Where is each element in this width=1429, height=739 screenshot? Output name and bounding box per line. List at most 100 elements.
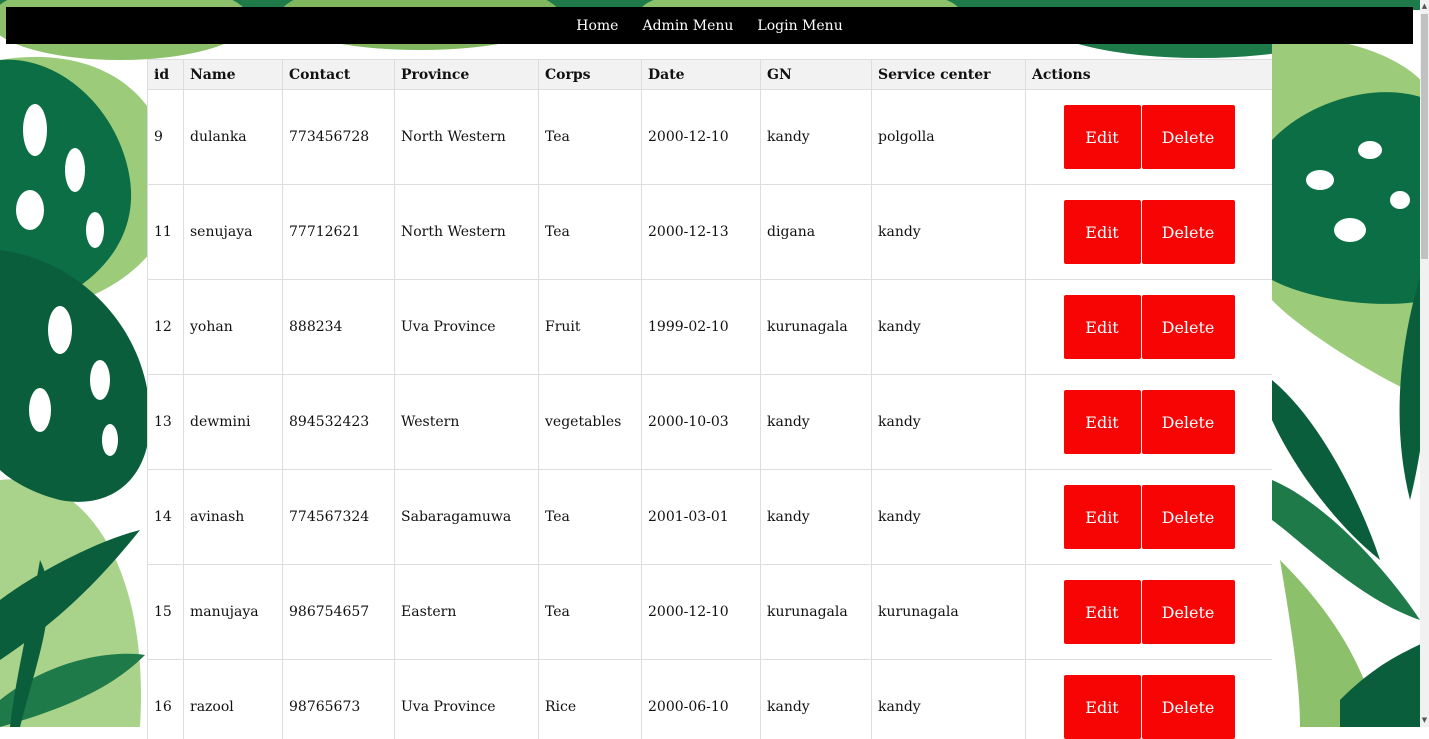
cell-gn: kandy bbox=[761, 660, 872, 739]
cell-date: 2000-12-10 bbox=[642, 565, 761, 660]
header-actions: Actions bbox=[1026, 60, 1273, 90]
cell-corps: Tea bbox=[539, 565, 642, 660]
edit-button[interactable]: Edit bbox=[1064, 675, 1141, 739]
header-date: Date bbox=[642, 60, 761, 90]
cell-actions: EditDelete bbox=[1026, 185, 1273, 280]
cell-actions: EditDelete bbox=[1026, 90, 1273, 185]
cell-date: 2000-10-03 bbox=[642, 375, 761, 470]
cell-service-center: kurunagala bbox=[872, 565, 1026, 660]
cell-contact: 773456728 bbox=[283, 90, 395, 185]
cell-gn: digana bbox=[761, 185, 872, 280]
edit-button[interactable]: Edit bbox=[1064, 200, 1141, 264]
cell-actions: EditDelete bbox=[1026, 375, 1273, 470]
header-name: Name bbox=[184, 60, 283, 90]
cell-id: 13 bbox=[148, 375, 184, 470]
cell-id: 9 bbox=[148, 90, 184, 185]
cell-name: razool bbox=[184, 660, 283, 739]
nav-home-link[interactable]: Home bbox=[576, 18, 618, 34]
cell-id: 14 bbox=[148, 470, 184, 565]
cell-id: 15 bbox=[148, 565, 184, 660]
edit-button[interactable]: Edit bbox=[1064, 390, 1141, 454]
delete-button[interactable]: Delete bbox=[1142, 390, 1235, 454]
table-row: 11senujaya77712621North WesternTea2000-1… bbox=[148, 185, 1273, 280]
cell-province: Eastern bbox=[395, 565, 539, 660]
cell-contact: 98765673 bbox=[283, 660, 395, 739]
edit-button[interactable]: Edit bbox=[1064, 105, 1141, 169]
cell-corps: Rice bbox=[539, 660, 642, 739]
header-province: Province bbox=[395, 60, 539, 90]
cell-date: 2000-12-10 bbox=[642, 90, 761, 185]
delete-button[interactable]: Delete bbox=[1142, 485, 1235, 549]
cell-corps: vegetables bbox=[539, 375, 642, 470]
cell-province: Sabaragamuwa bbox=[395, 470, 539, 565]
cell-actions: EditDelete bbox=[1026, 660, 1273, 739]
cell-id: 16 bbox=[148, 660, 184, 739]
cell-contact: 894532423 bbox=[283, 375, 395, 470]
cell-service-center: kandy bbox=[872, 375, 1026, 470]
cell-service-center: kandy bbox=[872, 185, 1026, 280]
top-navbar: Home Admin Menu Login Menu bbox=[6, 7, 1413, 44]
delete-button[interactable]: Delete bbox=[1142, 200, 1235, 264]
cell-gn: kurunagala bbox=[761, 280, 872, 375]
delete-button[interactable]: Delete bbox=[1142, 295, 1235, 359]
cell-gn: kandy bbox=[761, 375, 872, 470]
cell-contact: 77712621 bbox=[283, 185, 395, 280]
cell-corps: Tea bbox=[539, 470, 642, 565]
table-header-row: id Name Contact Province Corps Date GN S… bbox=[148, 60, 1273, 90]
edit-button[interactable]: Edit bbox=[1064, 580, 1141, 644]
cell-contact: 986754657 bbox=[283, 565, 395, 660]
cell-date: 2001-03-01 bbox=[642, 470, 761, 565]
cell-gn: kandy bbox=[761, 470, 872, 565]
cell-gn: kurunagala bbox=[761, 565, 872, 660]
records-table: id Name Contact Province Corps Date GN S… bbox=[147, 59, 1272, 739]
cell-actions: EditDelete bbox=[1026, 280, 1273, 375]
delete-button[interactable]: Delete bbox=[1142, 105, 1235, 169]
cell-corps: Tea bbox=[539, 90, 642, 185]
scroll-up-arrow-icon[interactable]: ▲ bbox=[1420, 2, 1429, 11]
cell-province: North Western bbox=[395, 185, 539, 280]
header-corps: Corps bbox=[539, 60, 642, 90]
cell-province: North Western bbox=[395, 90, 539, 185]
cell-actions: EditDelete bbox=[1026, 470, 1273, 565]
cell-name: dewmini bbox=[184, 375, 283, 470]
cell-actions: EditDelete bbox=[1026, 565, 1273, 660]
cell-date: 2000-12-13 bbox=[642, 185, 761, 280]
cell-date: 2000-06-10 bbox=[642, 660, 761, 739]
edit-button[interactable]: Edit bbox=[1064, 485, 1141, 549]
table-row: 14avinash774567324SabaragamuwaTea2001-03… bbox=[148, 470, 1273, 565]
cell-date: 1999-02-10 bbox=[642, 280, 761, 375]
header-service-center: Service center bbox=[872, 60, 1026, 90]
cell-name: yohan bbox=[184, 280, 283, 375]
records-table-container: id Name Contact Province Corps Date GN S… bbox=[147, 59, 1272, 739]
cell-id: 12 bbox=[148, 280, 184, 375]
header-contact: Contact bbox=[283, 60, 395, 90]
table-row: 9dulanka773456728North WesternTea2000-12… bbox=[148, 90, 1273, 185]
cell-contact: 888234 bbox=[283, 280, 395, 375]
cell-name: manujaya bbox=[184, 565, 283, 660]
edit-button[interactable]: Edit bbox=[1064, 295, 1141, 359]
delete-button[interactable]: Delete bbox=[1142, 580, 1235, 644]
cell-province: Western bbox=[395, 375, 539, 470]
header-gn: GN bbox=[761, 60, 872, 90]
cell-name: dulanka bbox=[184, 90, 283, 185]
cell-province: Uva Province bbox=[395, 660, 539, 739]
nav-login-menu-link[interactable]: Login Menu bbox=[757, 18, 842, 34]
scroll-down-arrow-icon[interactable]: ▼ bbox=[1420, 716, 1429, 725]
cell-contact: 774567324 bbox=[283, 470, 395, 565]
scrollbar-thumb[interactable] bbox=[1421, 14, 1428, 259]
table-row: 16razool98765673Uva ProvinceRice2000-06-… bbox=[148, 660, 1273, 739]
cell-id: 11 bbox=[148, 185, 184, 280]
header-id: id bbox=[148, 60, 184, 90]
table-row: 12yohan888234Uva ProvinceFruit1999-02-10… bbox=[148, 280, 1273, 375]
cell-service-center: kandy bbox=[872, 660, 1026, 739]
cell-corps: Tea bbox=[539, 185, 642, 280]
cell-gn: kandy bbox=[761, 90, 872, 185]
cell-province: Uva Province bbox=[395, 280, 539, 375]
nav-admin-menu-link[interactable]: Admin Menu bbox=[642, 18, 733, 34]
cell-service-center: kandy bbox=[872, 280, 1026, 375]
vertical-scrollbar[interactable]: ▲ ▼ bbox=[1420, 0, 1429, 727]
cell-corps: Fruit bbox=[539, 280, 642, 375]
delete-button[interactable]: Delete bbox=[1142, 675, 1235, 739]
cell-name: avinash bbox=[184, 470, 283, 565]
table-row: 15manujaya986754657EasternTea2000-12-10k… bbox=[148, 565, 1273, 660]
